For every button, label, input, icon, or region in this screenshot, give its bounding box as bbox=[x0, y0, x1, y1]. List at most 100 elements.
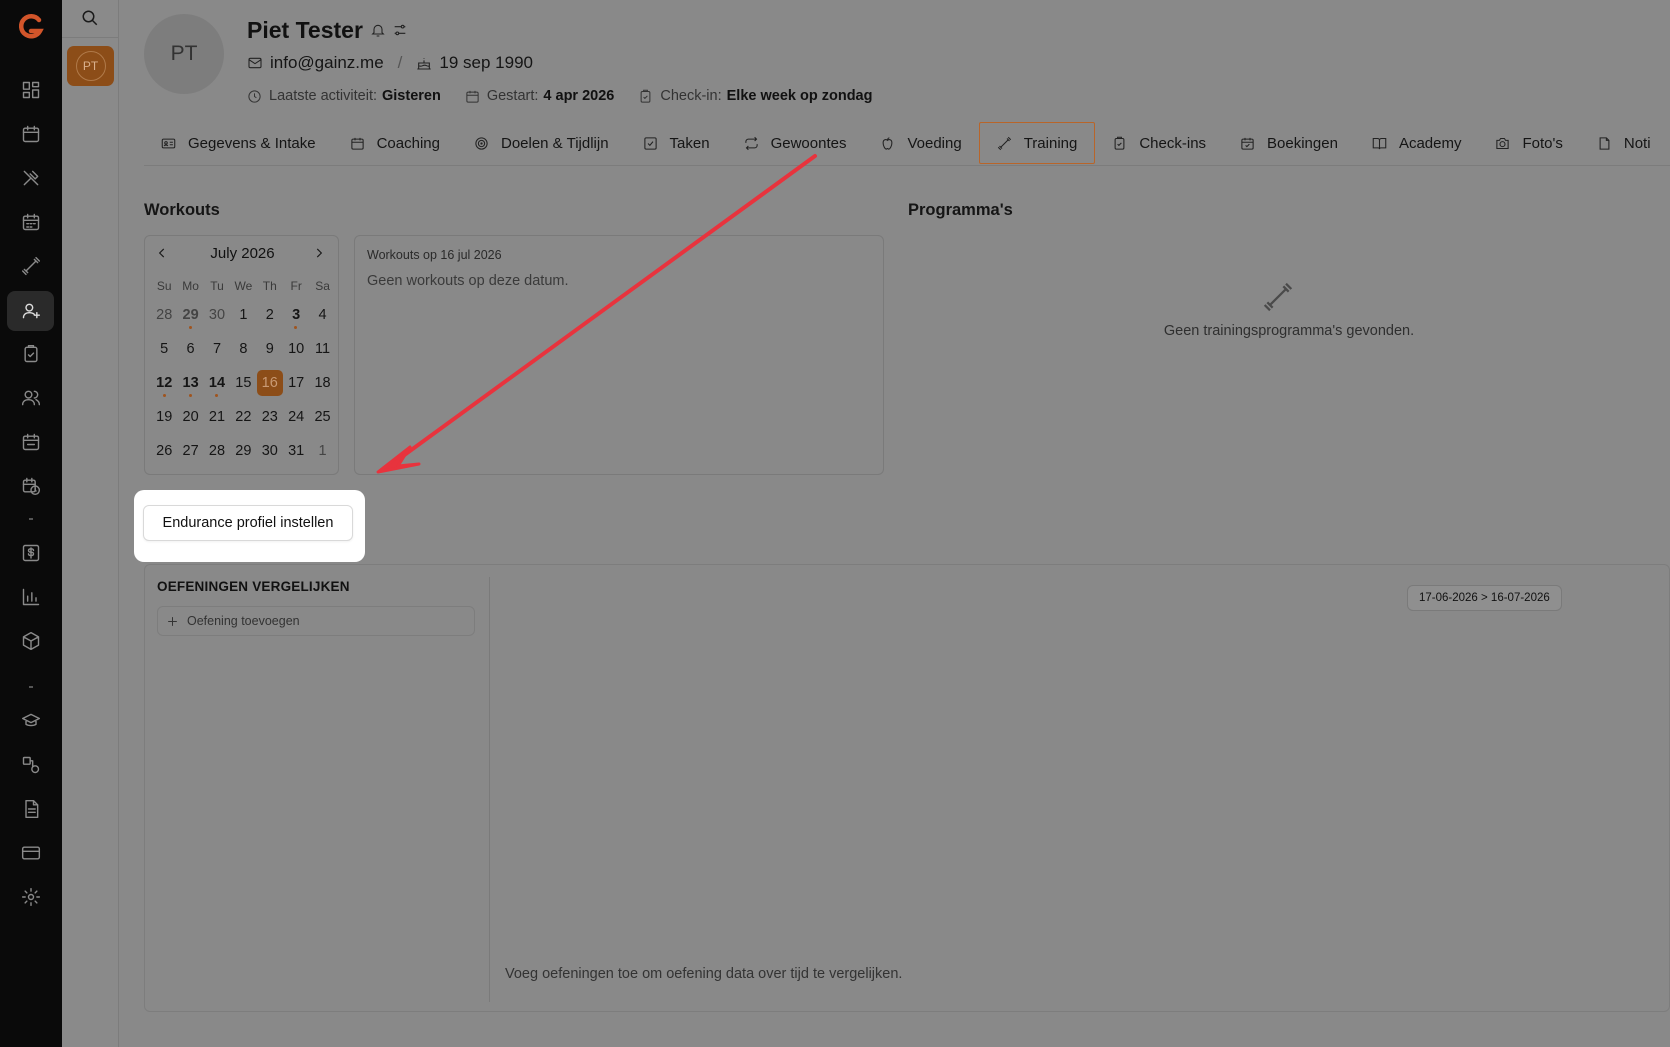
calendar-day[interactable]: 13 bbox=[177, 367, 203, 401]
selected-client-avatar[interactable]: PT bbox=[67, 46, 114, 86]
calendar-day[interactable]: 11 bbox=[309, 333, 335, 367]
client-switcher-column: PT bbox=[62, 0, 119, 1047]
target-icon bbox=[475, 136, 488, 150]
calendar-day-selected[interactable]: 16 bbox=[256, 367, 283, 401]
divider bbox=[62, 37, 119, 38]
calendar-day[interactable]: 24 bbox=[283, 401, 309, 435]
tab-check-ins[interactable]: Check-ins bbox=[1095, 122, 1223, 164]
calendar-day[interactable]: 2 bbox=[257, 299, 283, 333]
cake-icon bbox=[417, 58, 432, 70]
tab-label: Noti bbox=[1623, 134, 1651, 152]
checkin-value: Elke week op zondag bbox=[726, 88, 873, 104]
started-label: Gestart: bbox=[486, 88, 539, 104]
email[interactable]: info@gainz.me bbox=[270, 53, 384, 73]
tab-label: Training bbox=[1023, 134, 1078, 152]
chevron-right-icon[interactable] bbox=[312, 246, 328, 262]
book-icon bbox=[1372, 137, 1387, 149]
tab-academy[interactable]: Academy bbox=[1355, 122, 1479, 164]
calendar-day[interactable]: 29 bbox=[177, 299, 203, 333]
tab-training[interactable]: Training bbox=[978, 122, 1096, 164]
tab-boekingen[interactable]: Boekingen bbox=[1223, 122, 1355, 164]
calendar-day[interactable]: 21 bbox=[204, 401, 230, 435]
checkin-schedule: Check-in: Elke week op zondag bbox=[638, 88, 872, 104]
calendar-day[interactable]: 3 bbox=[283, 299, 309, 333]
calendar-day[interactable]: 14 bbox=[204, 367, 230, 401]
plus-icon bbox=[168, 616, 177, 626]
calendar-day[interactable]: 30 bbox=[204, 299, 230, 333]
calendar-day[interactable]: 25 bbox=[309, 401, 335, 435]
calendar-day[interactable]: 9 bbox=[257, 333, 283, 367]
calendar-day[interactable]: 19 bbox=[151, 401, 177, 435]
tab-label: Coaching bbox=[376, 134, 440, 152]
tab-label: Boekingen bbox=[1267, 134, 1338, 152]
gainz-logo-icon[interactable] bbox=[17, 12, 45, 42]
credit-card-icon[interactable] bbox=[19, 841, 43, 865]
calendar-day[interactable]: 5 bbox=[151, 333, 177, 367]
sliders-icon[interactable] bbox=[392, 22, 408, 43]
calendar-day[interactable]: 29 bbox=[230, 435, 256, 469]
tab-voeding[interactable]: Voeding bbox=[863, 122, 978, 164]
calendar-day[interactable]: 7 bbox=[204, 333, 230, 367]
users-icon[interactable] bbox=[19, 386, 43, 410]
calendar-day[interactable]: 20 bbox=[177, 401, 203, 435]
calendar-icon[interactable] bbox=[19, 122, 43, 146]
search-icon[interactable] bbox=[81, 9, 101, 29]
dollar-icon[interactable] bbox=[19, 541, 43, 565]
bar-chart-icon[interactable] bbox=[19, 585, 43, 609]
calendar-day[interactable]: 28 bbox=[204, 435, 230, 469]
tab-gegevens-intake[interactable]: Gegevens & Intake bbox=[144, 122, 333, 164]
calendar-day[interactable]: 27 bbox=[177, 435, 203, 469]
settings-icon[interactable] bbox=[19, 885, 43, 909]
calendar-day[interactable]: 12 bbox=[151, 367, 177, 401]
tab-notities[interactable]: Noti bbox=[1580, 122, 1668, 164]
graduation-cap-icon[interactable] bbox=[19, 709, 43, 733]
date-range-picker[interactable]: 17-06-2026 > 16-07-2026 bbox=[1407, 585, 1562, 611]
calendar-day[interactable]: 15 bbox=[230, 367, 256, 401]
dumbbell-icon[interactable] bbox=[19, 254, 43, 278]
clients-icon[interactable] bbox=[19, 299, 43, 323]
calendar-month: July 2026 bbox=[210, 245, 275, 262]
tab-label: Gewoontes bbox=[770, 134, 847, 152]
rail-divider bbox=[29, 518, 33, 520]
weekday-label: Su bbox=[156, 279, 172, 293]
calendar-day[interactable]: 22 bbox=[230, 401, 256, 435]
calendar-days-icon[interactable] bbox=[19, 210, 43, 234]
checkin-label: Check-in: bbox=[660, 88, 722, 104]
clipboard-icon[interactable] bbox=[19, 342, 43, 366]
dumbbell-icon bbox=[1262, 281, 1298, 317]
calendar-day[interactable]: 1 bbox=[230, 299, 256, 333]
calendar-day[interactable]: 26 bbox=[151, 435, 177, 469]
calendar-day[interactable]: 8 bbox=[230, 333, 256, 367]
calendar-day[interactable]: 30 bbox=[257, 435, 283, 469]
calendar-day[interactable]: 1 bbox=[309, 435, 335, 469]
tab-doelen-tijdlijn[interactable]: Doelen & Tijdlijn bbox=[457, 122, 626, 164]
tab-coaching[interactable]: Coaching bbox=[333, 122, 457, 164]
calendar-day[interactable]: 31 bbox=[283, 435, 309, 469]
calendar-check-icon bbox=[1241, 137, 1254, 150]
calendar-day[interactable]: 4 bbox=[309, 299, 335, 333]
calendar-day[interactable]: 23 bbox=[257, 401, 283, 435]
tab-fotos[interactable]: Foto's bbox=[1478, 122, 1579, 164]
clipboard-check-icon bbox=[641, 89, 651, 103]
tab-gewoontes[interactable]: Gewoontes bbox=[727, 122, 864, 164]
compare-title: OEFENINGEN VERGELIJKEN bbox=[157, 579, 350, 594]
tab-taken[interactable]: Taken bbox=[626, 122, 727, 164]
utensils-icon[interactable] bbox=[19, 166, 43, 190]
document-icon[interactable] bbox=[19, 797, 43, 821]
compare-hint: Voeg oefeningen toe om oefening data ove… bbox=[505, 966, 903, 982]
calendar-day[interactable]: 28 bbox=[151, 299, 177, 333]
shapes-icon[interactable] bbox=[19, 753, 43, 777]
mail-icon bbox=[248, 57, 262, 69]
calendar-clock-icon[interactable] bbox=[19, 474, 43, 498]
calendar-day[interactable]: 18 bbox=[309, 367, 335, 401]
calendar-day[interactable]: 10 bbox=[283, 333, 309, 367]
calendar-day[interactable]: 6 bbox=[177, 333, 203, 367]
package-icon[interactable] bbox=[19, 629, 43, 653]
add-exercise-button[interactable]: Oefening toevoegen bbox=[157, 606, 475, 636]
dashboard-icon[interactable] bbox=[19, 78, 43, 102]
bell-icon[interactable] bbox=[370, 22, 386, 43]
schedule-icon[interactable] bbox=[19, 430, 43, 454]
tab-label: Check-ins bbox=[1139, 134, 1207, 152]
calendar-day[interactable]: 17 bbox=[283, 367, 309, 401]
endurance-profile-button[interactable]: Endurance profiel instellen bbox=[143, 505, 353, 541]
